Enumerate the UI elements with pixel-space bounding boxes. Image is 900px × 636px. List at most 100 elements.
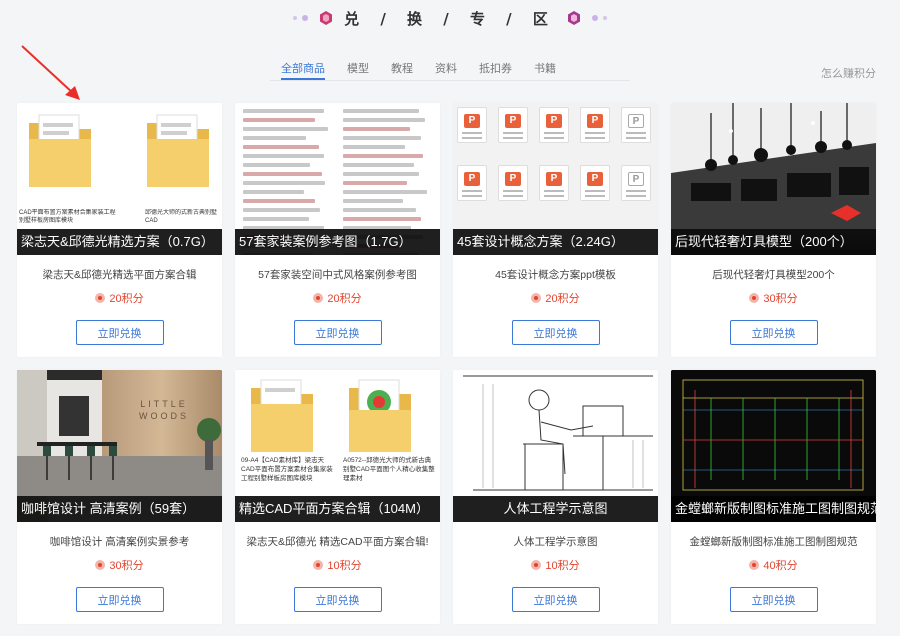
redeem-button[interactable]: 立即兑换 bbox=[293, 587, 382, 612]
thumbnail-caption: 精选CAD平面方案合辑（104M） bbox=[235, 496, 440, 522]
product-name[interactable]: 后现代轻奢灯具模型200个 bbox=[671, 267, 876, 282]
decor-dots-left bbox=[293, 15, 309, 21]
decor-dots-right bbox=[591, 15, 607, 21]
tabs-divider bbox=[270, 80, 630, 81]
tab-tutorial[interactable]: 教程 bbox=[380, 60, 424, 82]
category-tabs: 全部商品 模型 教程 资料 抵扣券 书籍 bbox=[270, 60, 567, 82]
product-card[interactable]: 金螳螂新版制图标准施工图制图规范 金螳螂新版制图标准施工图制图规范 40积分 立… bbox=[671, 370, 876, 624]
product-card[interactable]: 09-A4【CAD素材库】梁志天CAD平面布置方案素材合集家装工程别墅样板房图库… bbox=[235, 370, 440, 624]
product-price: 20积分 bbox=[453, 290, 658, 306]
ppt-file-icon: P bbox=[621, 107, 651, 143]
redeem-button[interactable]: 立即兑换 bbox=[511, 587, 600, 612]
points-icon bbox=[95, 560, 106, 570]
ppt-file-icon: P bbox=[498, 107, 528, 143]
ppt-file-icon: P bbox=[457, 107, 487, 143]
product-price: 40积分 bbox=[671, 557, 876, 573]
price-value: 30积分 bbox=[109, 560, 144, 572]
product-name[interactable]: 45套设计概念方案ppt模板 bbox=[453, 267, 658, 282]
product-thumbnail[interactable]: 人体工程学示意图 bbox=[453, 370, 658, 522]
product-price: 20积分 bbox=[235, 290, 440, 306]
file-label: CAD平面布置方案素材合集家装工程别墅样板房图库模块 bbox=[19, 210, 116, 224]
file-label: 邱德光大师的式新古典别墅CAD bbox=[145, 210, 218, 224]
product-card[interactable]: 人体工程学示意图 人体工程学示意图 10积分 立即兑换 bbox=[453, 370, 658, 624]
points-icon bbox=[95, 293, 106, 303]
thumbnail-caption: 梁志天&邱德光精选方案（0.7G） bbox=[17, 229, 222, 255]
price-value: 30积分 bbox=[763, 293, 798, 305]
redeem-button[interactable]: 立即兑换 bbox=[75, 587, 164, 612]
price-value: 10积分 bbox=[327, 560, 362, 572]
folder-icon bbox=[29, 114, 91, 187]
product-price: 10积分 bbox=[453, 557, 658, 573]
product-card[interactable]: LITTLE WOODS 咖啡馆设计 高清案例（59套） 咖啡馆设计 高清案例实… bbox=[17, 370, 222, 624]
product-name[interactable]: 金螳螂新版制图标准施工图制图规范 bbox=[671, 534, 876, 549]
product-thumbnail[interactable]: CAD平面布置方案素材合集家装工程别墅样板房图库模块 邱德光大师的式新古典别墅C… bbox=[17, 103, 222, 255]
points-icon bbox=[531, 293, 542, 303]
product-price: 30积分 bbox=[671, 290, 876, 306]
ppt-file-icon: P bbox=[498, 165, 528, 201]
thumbnail-caption: 45套设计概念方案（2.24G） bbox=[453, 229, 658, 255]
thumbnail-caption: 人体工程学示意图 bbox=[453, 496, 658, 522]
hexagon-icon bbox=[566, 10, 582, 26]
product-thumbnail[interactable]: 后现代轻奢灯具模型（200个） bbox=[671, 103, 876, 255]
points-icon bbox=[313, 560, 324, 570]
product-card[interactable]: 57套家装案例参考图（1.7G） 57套家装空间中式风格案例参考图 20积分 立… bbox=[235, 103, 440, 357]
red-arrow-icon bbox=[21, 45, 80, 100]
product-thumbnail[interactable]: 金螳螂新版制图标准施工图制图规范 bbox=[671, 370, 876, 522]
product-thumbnail[interactable]: 09-A4【CAD素材库】梁志天CAD平面布置方案素材合集家装工程别墅样板房图库… bbox=[235, 370, 440, 522]
points-icon bbox=[531, 560, 542, 570]
folder-icon bbox=[147, 114, 209, 187]
product-card[interactable]: 后现代轻奢灯具模型（200个） 后现代轻奢灯具模型200个 30积分 立即兑换 bbox=[671, 103, 876, 357]
redeem-button[interactable]: 立即兑换 bbox=[729, 587, 818, 612]
product-thumbnail[interactable]: LITTLE WOODS 咖啡馆设计 高清案例（59套） bbox=[17, 370, 222, 522]
thumbnail-caption: 57套家装案例参考图（1.7G） bbox=[235, 229, 440, 255]
product-thumbnail[interactable]: 57套家装案例参考图（1.7G） bbox=[235, 103, 440, 255]
product-name[interactable]: 人体工程学示意图 bbox=[453, 534, 658, 549]
product-card[interactable]: P P P P P P P P P P 45套设计概念方案（2.24G） 45套… bbox=[453, 103, 658, 357]
points-icon bbox=[749, 293, 760, 303]
ppt-file-icon: P bbox=[580, 165, 610, 201]
folder-icon bbox=[349, 379, 411, 452]
product-name[interactable]: 梁志天&邱德光 精选CAD平面方案合辑! bbox=[235, 534, 440, 549]
folder-icon bbox=[251, 379, 313, 452]
redeem-button[interactable]: 立即兑换 bbox=[729, 320, 818, 345]
points-icon bbox=[313, 293, 324, 303]
file-label: A0572--邱德光大师的式新古典别墅CAD平面图个人精心收集整理素材 bbox=[343, 457, 435, 482]
section-title-bar: 兑 / 换 / 专 / 区 bbox=[0, 0, 900, 36]
product-card[interactable]: CAD平面布置方案素材合集家装工程别墅样板房图库模块 邱德光大师的式新古典别墅C… bbox=[17, 103, 222, 357]
product-grid: CAD平面布置方案素材合集家装工程别墅样板房图库模块 邱德光大师的式新古典别墅C… bbox=[17, 103, 876, 624]
tab-coupon[interactable]: 抵扣券 bbox=[468, 60, 523, 82]
price-value: 10积分 bbox=[545, 560, 580, 572]
hexagon-icon bbox=[318, 10, 334, 26]
redeem-button[interactable]: 立即兑换 bbox=[511, 320, 600, 345]
thumbnail-caption: 金螳螂新版制图标准施工图制图规范 bbox=[671, 496, 876, 522]
thumbnail-caption: 咖啡馆设计 高清案例（59套） bbox=[17, 496, 222, 522]
product-name[interactable]: 咖啡馆设计 高清案例实景参考 bbox=[17, 534, 222, 549]
points-icon bbox=[749, 560, 760, 570]
product-price: 10积分 bbox=[235, 557, 440, 573]
ppt-file-icon: P bbox=[621, 165, 651, 201]
ergonomics-sketch bbox=[463, 375, 653, 491]
price-value: 40积分 bbox=[763, 560, 798, 572]
product-thumbnail[interactable]: P P P P P P P P P P 45套设计概念方案（2.24G） bbox=[453, 103, 658, 255]
ppt-file-icon: P bbox=[539, 165, 569, 201]
redeem-button[interactable]: 立即兑换 bbox=[293, 320, 382, 345]
ppt-file-icon: P bbox=[580, 107, 610, 143]
tab-all[interactable]: 全部商品 bbox=[270, 60, 336, 82]
thumbnail-caption: 后现代轻奢灯具模型（200个） bbox=[671, 229, 876, 255]
cad-drawing-image bbox=[671, 370, 876, 496]
how-to-earn-link[interactable]: 怎么赚积分 bbox=[821, 65, 876, 81]
redeem-button[interactable]: 立即兑换 bbox=[75, 320, 164, 345]
product-name[interactable]: 57套家装空间中式风格案例参考图 bbox=[235, 267, 440, 282]
lamp-render-image bbox=[671, 103, 876, 229]
product-price: 30积分 bbox=[17, 557, 222, 573]
price-value: 20积分 bbox=[109, 293, 144, 305]
ppt-file-icon: P bbox=[539, 107, 569, 143]
file-label: 09-A4【CAD素材库】梁志天CAD平面布置方案素材合集家装工程别墅样板房图库… bbox=[241, 457, 333, 482]
tab-material[interactable]: 资料 bbox=[424, 60, 468, 82]
tab-model[interactable]: 模型 bbox=[336, 60, 380, 82]
tab-books[interactable]: 书籍 bbox=[523, 60, 567, 82]
price-value: 20积分 bbox=[327, 293, 362, 305]
product-price: 20积分 bbox=[17, 290, 222, 306]
product-name[interactable]: 梁志天&邱德光精选平面方案合辑 bbox=[17, 267, 222, 282]
section-title: 兑 / 换 / 专 / 区 bbox=[344, 9, 556, 28]
